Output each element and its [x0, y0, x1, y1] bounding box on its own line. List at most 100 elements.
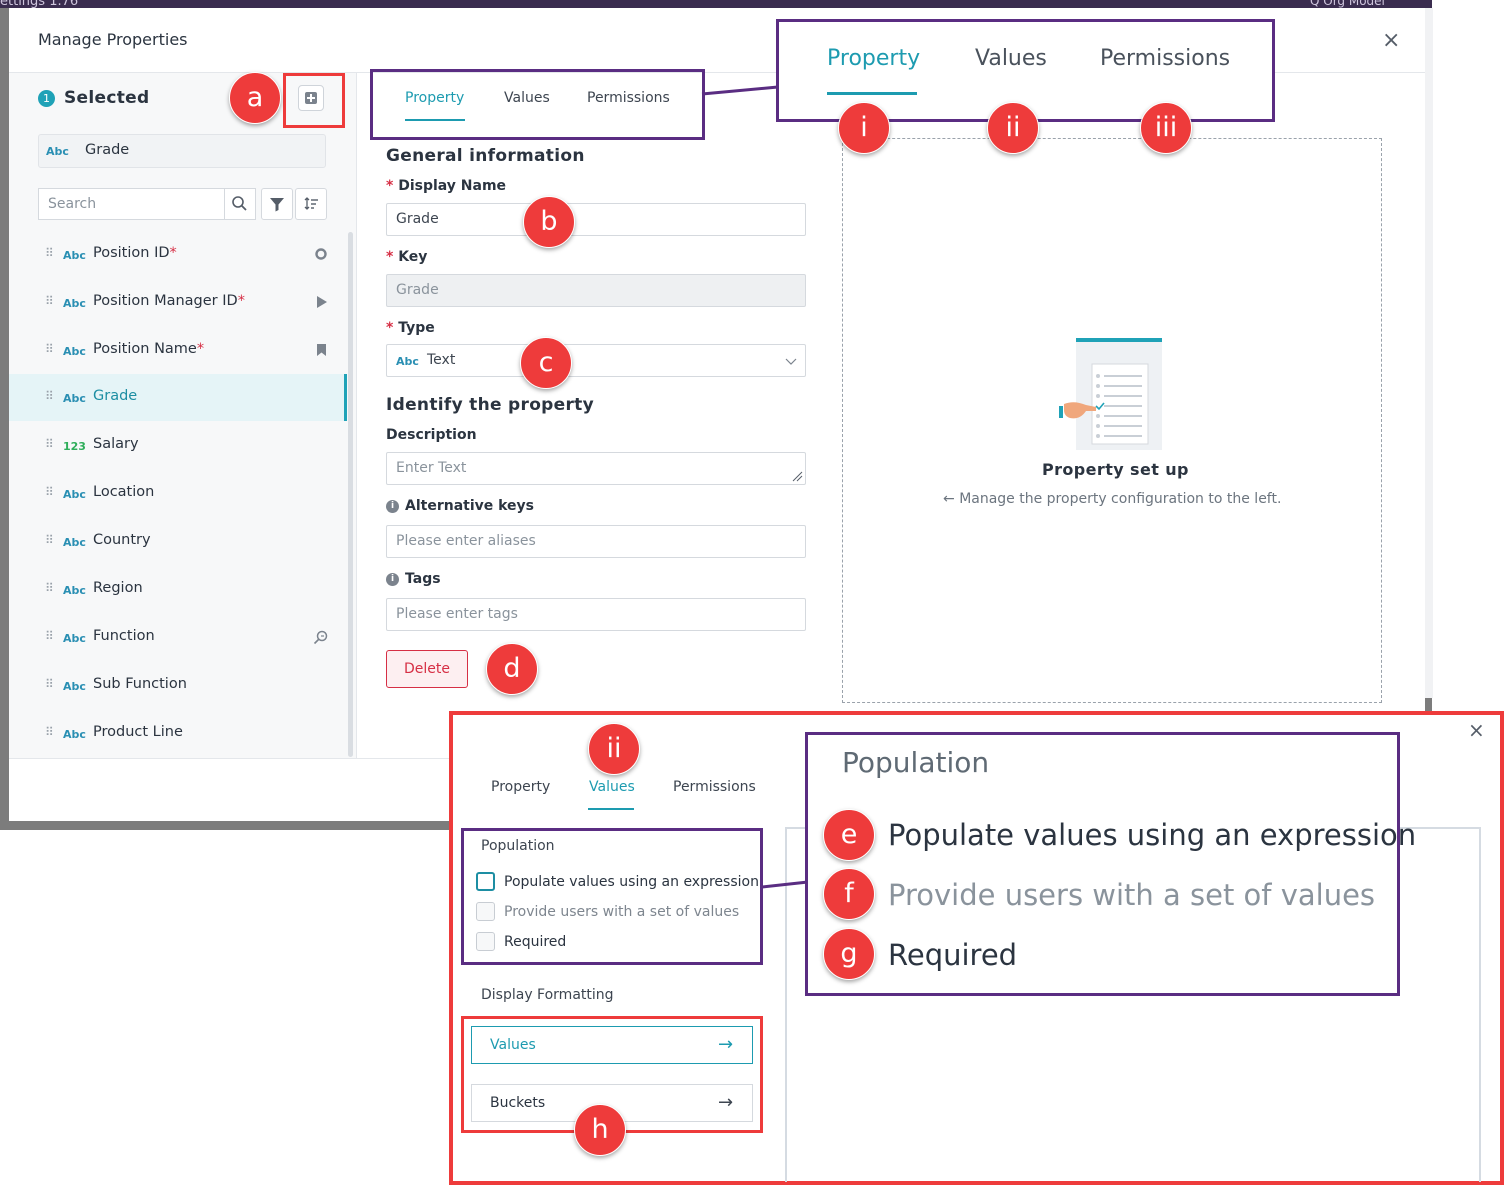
zoomed-tab-permissions: Permissions: [1100, 46, 1231, 71]
property-list-item[interactable]: ⠿ Abc Sub Function: [9, 662, 347, 709]
background-app-bar: [0, 0, 1432, 8]
callout-badge-c: c: [520, 337, 572, 389]
callout-badge-i: i: [838, 102, 890, 154]
text-type-icon: Abc: [63, 392, 86, 405]
property-list-item[interactable]: ⠿ Abc Position Name*: [9, 327, 347, 374]
property-name: Country: [93, 532, 151, 548]
population-title: Population: [481, 838, 555, 854]
list-scrollbar[interactable]: [348, 232, 353, 757]
alternative-keys-label: Alternative keys: [405, 498, 535, 514]
drag-handle-icon[interactable]: ⠿: [45, 581, 54, 595]
callout-badge-e: e: [823, 809, 875, 861]
popup-active-tab-indicator: [588, 808, 634, 810]
search-button[interactable]: [224, 188, 256, 220]
drag-handle-icon[interactable]: ⠿: [45, 677, 54, 691]
sort-button[interactable]: [295, 188, 327, 220]
property-label: Position Name*: [93, 341, 204, 357]
drag-handle-icon[interactable]: ⠿: [45, 342, 54, 356]
type-value: Text: [427, 352, 456, 368]
popup-close-icon[interactable]: ×: [1468, 720, 1485, 740]
text-type-icon: Abc: [63, 488, 86, 501]
popup-tab-permissions[interactable]: Permissions: [673, 779, 756, 795]
property-list-item[interactable]: ⠿ Abc Position Manager ID*: [9, 279, 347, 326]
property-list-item[interactable]: ⠿ Abc Country: [9, 518, 347, 565]
modal-title: Manage Properties: [38, 30, 188, 49]
alternative-keys-placeholder: Please enter aliases: [396, 533, 536, 549]
zoomed-option-expression: Populate values using an expression: [888, 818, 1417, 852]
buckets-formatting-label: Buckets: [490, 1095, 546, 1111]
property-name: Position ID: [93, 245, 170, 261]
selected-count-badge: 1: [38, 90, 55, 107]
callout-badge-g: g: [823, 928, 875, 980]
arrow-right-icon: →: [718, 1034, 734, 1055]
info-icon: i: [386, 500, 399, 513]
property-list-item[interactable]: ⠿ Abc Position ID*: [9, 231, 347, 278]
delete-button[interactable]: Delete: [386, 650, 468, 688]
resize-handle-icon[interactable]: [791, 470, 803, 482]
selected-chip-label: Grade: [85, 142, 130, 158]
set-of-values-checkbox[interactable]: [476, 902, 495, 921]
setup-subtitle-text: Manage the property configuration to the…: [959, 491, 1282, 507]
callout-badge-a: a: [229, 72, 281, 124]
popup-tab-property[interactable]: Property: [491, 779, 550, 795]
drag-handle-icon[interactable]: ⠿: [45, 294, 54, 308]
property-label: Position Manager ID*: [93, 293, 245, 309]
alternative-keys-input[interactable]: Please enter aliases: [386, 525, 806, 558]
tags-input[interactable]: Please enter tags: [386, 598, 806, 631]
callout-badge-ii: ii: [987, 102, 1039, 154]
key-search-icon: [313, 630, 328, 645]
drag-handle-icon[interactable]: ⠿: [45, 629, 54, 643]
zoomed-option-required: Required: [888, 938, 1018, 972]
background-app-right-text: Q Org Model: [1310, 0, 1385, 8]
callout-badge-ii-popup: ii: [588, 723, 640, 775]
bookmark-icon: [317, 344, 326, 356]
property-name: Grade: [93, 388, 138, 404]
text-type-icon: Abc: [63, 584, 86, 597]
display-name-input[interactable]: Grade: [386, 203, 806, 236]
key-label: * Key: [386, 249, 427, 265]
text-type-icon: Abc: [63, 249, 86, 262]
required-mark: *: [386, 178, 394, 194]
required-checkbox[interactable]: [476, 932, 495, 951]
search-icon: [232, 196, 247, 211]
required-mark: *: [386, 249, 394, 265]
text-type-icon: Abc: [63, 680, 86, 693]
description-placeholder: Enter Text: [396, 460, 467, 476]
property-list-item-active[interactable]: ⠿ Abc Grade: [9, 374, 347, 421]
property-list-item[interactable]: ⠿ 123 Salary: [9, 422, 347, 469]
expression-checkbox[interactable]: [476, 872, 495, 891]
drag-handle-icon[interactable]: ⠿: [45, 389, 54, 403]
set-of-values-checkbox-label: Provide users with a set of values: [504, 904, 740, 920]
callout-badge-b: b: [523, 196, 575, 248]
description-textarea[interactable]: Enter Text: [386, 452, 806, 485]
checklist-illustration-icon: [1059, 338, 1162, 450]
zoomed-population-title: Population: [842, 746, 990, 779]
expression-checkbox-label: Populate values using an expression: [504, 874, 759, 890]
key-input: Grade: [386, 274, 806, 307]
property-name: Region: [93, 580, 143, 596]
property-label: Position ID*: [93, 245, 177, 261]
property-list-item[interactable]: ⠿ Abc Location: [9, 470, 347, 517]
property-list-item[interactable]: ⠿ Abc Region: [9, 566, 347, 613]
selected-chip[interactable]: Abc Grade: [38, 134, 326, 168]
drag-handle-icon[interactable]: ⠿: [45, 437, 54, 451]
values-formatting-label: Values: [490, 1037, 536, 1053]
drag-handle-icon[interactable]: ⠿: [45, 725, 54, 739]
setup-title: Property set up: [1042, 460, 1189, 479]
zoomed-tab-values: Values: [975, 46, 1047, 71]
display-name-label-text: Display Name: [398, 178, 507, 194]
drag-handle-icon[interactable]: ⠿: [45, 485, 54, 499]
drag-handle-icon[interactable]: ⠿: [45, 533, 54, 547]
drag-handle-icon[interactable]: ⠿: [45, 246, 54, 260]
popup-tab-values[interactable]: Values: [589, 779, 635, 795]
values-formatting-button[interactable]: Values →: [471, 1026, 753, 1064]
chevron-down-icon: [785, 358, 797, 365]
zoomed-tab-indicator: [827, 92, 917, 95]
search-placeholder: Search: [48, 196, 97, 212]
close-icon[interactable]: ×: [1382, 30, 1400, 52]
background-app-side: [1425, 8, 1433, 698]
property-list-item[interactable]: ⠿ Abc Product Line: [9, 710, 347, 757]
property-list-item[interactable]: ⠿ Abc Function: [9, 614, 347, 661]
type-select[interactable]: Abc Text: [386, 344, 806, 377]
filter-button[interactable]: [261, 188, 293, 220]
